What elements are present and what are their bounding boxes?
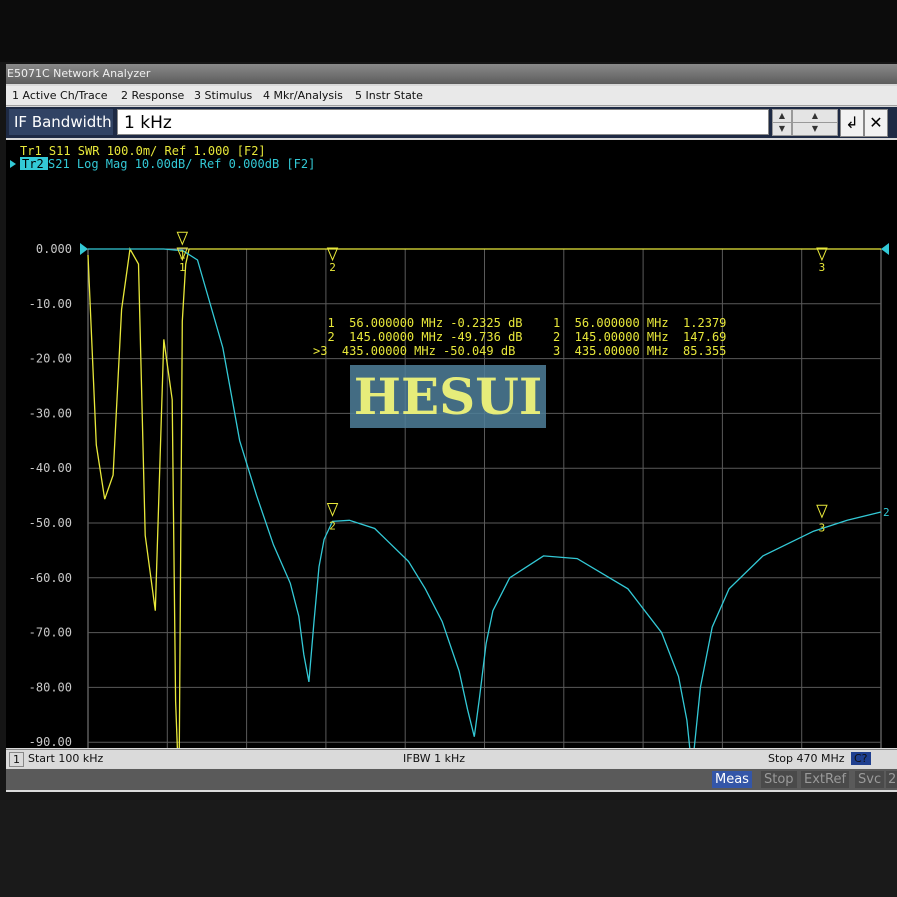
marker-3-s21-icon[interactable] <box>816 504 828 519</box>
status-tail: 2 <box>886 771 897 788</box>
y-tick-label: -10.00 <box>29 297 72 311</box>
marker-2-s11-label: 2 <box>329 261 336 274</box>
tr2-header: S21 Log Mag 10.00dB/ Ref 0.000dB [F2] <box>48 157 315 171</box>
marker-readout-table: 1 56.000000 MHz -0.2325 dB 2 145.00000 M… <box>313 316 726 358</box>
y-tick-label: -20.00 <box>29 352 72 366</box>
window-title: E5071C Network Analyzer <box>7 67 151 80</box>
menu-active-ch-trace[interactable]: 1 Active Ch/Trace <box>12 89 108 102</box>
stop-frequency[interactable]: Stop 470 MHz <box>768 752 845 765</box>
y-tick-label: -80.00 <box>29 680 72 694</box>
channel-number[interactable]: 1 <box>9 752 24 767</box>
svc-indicator: Svc <box>855 771 885 788</box>
marker-1-s21-icon[interactable] <box>176 231 189 246</box>
meas-indicator: Meas <box>712 771 752 788</box>
photo-border-top <box>0 0 897 62</box>
active-trace-arrow-icon <box>10 160 16 168</box>
y-tick-label: -60.00 <box>29 571 72 585</box>
marker-2-s21-label: 2 <box>329 520 336 533</box>
s11-marker-row-2: 2 145.00000 MHz 147.69 <box>553 330 726 344</box>
ref-pointer-left-icon[interactable] <box>80 243 88 255</box>
ifbw-readout[interactable]: IFBW 1 kHz <box>403 752 465 765</box>
y-tick-label: -40.00 <box>29 461 72 475</box>
photo-border-bottom <box>0 800 897 897</box>
y-tick-label: -90.00 <box>29 735 72 748</box>
channel-status-bar: 1 Start 100 kHz IFBW 1 kHz Stop 470 MHz … <box>6 749 897 768</box>
y-tick-label: -30.00 <box>29 406 72 420</box>
trace-plot: Tr1 S11 SWR 100.0m/ Ref 1.000 [F2] Tr2 S… <box>10 144 890 806</box>
s21-marker-row-3: >3 435.00000 MHz -50.049 dB <box>313 344 515 358</box>
menu-mkr-analysis[interactable]: 4 Mkr/Analysis <box>263 89 343 102</box>
fine-down-button[interactable]: ▼ <box>792 122 838 136</box>
extref-indicator: ExtRef <box>801 771 850 788</box>
if-bandwidth-input[interactable]: 1 kHz <box>117 109 769 135</box>
menu-instr-state[interactable]: 5 Instr State <box>355 89 423 102</box>
s21-marker-row-2: 2 145.00000 MHz -49.736 dB <box>313 330 523 344</box>
title-bar: E5071C Network Analyzer <box>6 64 897 84</box>
s11-marker-row-3: 3 435.00000 MHz 85.355 <box>553 344 726 358</box>
y-tick-label: -70.00 <box>29 626 72 640</box>
help-button[interactable]: C? <box>851 752 871 765</box>
marker-3-s21-label: 3 <box>819 521 826 534</box>
entry-label: IF Bandwidth <box>9 109 113 135</box>
y-tick-label: 0.000 <box>36 242 72 256</box>
menu-bar: 1 Active Ch/Trace 2 Response 3 Stimulus … <box>6 86 897 106</box>
enter-button[interactable]: ↲ <box>840 109 864 137</box>
menu-stimulus[interactable]: 3 Stimulus <box>194 89 252 102</box>
marker-2-s11-icon[interactable] <box>326 247 339 262</box>
menu-response[interactable]: 2 Response <box>121 89 184 102</box>
analyzer-window: E5071C Network Analyzer 1 Active Ch/Trac… <box>6 64 897 806</box>
measurement-screen: Tr1 S11 SWR 100.0m/ Ref 1.000 [F2] Tr2 S… <box>6 140 897 806</box>
marker-3-s11-label: 3 <box>819 261 826 274</box>
s21-marker-row-1: 1 56.000000 MHz -0.2325 dB <box>313 316 523 330</box>
y-tick-label: -50.00 <box>29 516 72 530</box>
trace-end-label: 2 <box>883 506 890 519</box>
tr1-header: Tr1 S11 SWR 100.0m/ Ref 1.000 [F2] <box>20 144 266 158</box>
s11-marker-row-1: 1 56.000000 MHz 1.2379 <box>553 316 726 330</box>
marker-3-s11-icon[interactable] <box>816 247 828 262</box>
instrument-status-bar: Meas Stop ExtRef Svc 2 <box>6 769 897 790</box>
ref-pointer-right-icon[interactable] <box>881 243 889 255</box>
fine-up-button[interactable]: ▲ <box>792 109 838 123</box>
entry-bar: IF Bandwidth 1 kHz ▲ ▼ ▲ ▼ ↲ ✕ <box>6 107 897 138</box>
close-entry-button[interactable]: ✕ <box>864 109 888 137</box>
tr2-tag[interactable]: Tr2 <box>22 157 44 171</box>
marker-1-s11-label: 1 <box>179 261 186 274</box>
watermark-text: HESUI <box>354 367 542 426</box>
step-down-button[interactable]: ▼ <box>772 122 792 136</box>
marker-2-s21-icon[interactable] <box>326 503 339 517</box>
stop-indicator: Stop <box>761 771 797 788</box>
marker-glyphs: 1122332 <box>174 231 890 806</box>
step-up-button[interactable]: ▲ <box>772 109 792 123</box>
start-frequency[interactable]: Start 100 kHz <box>28 752 103 765</box>
